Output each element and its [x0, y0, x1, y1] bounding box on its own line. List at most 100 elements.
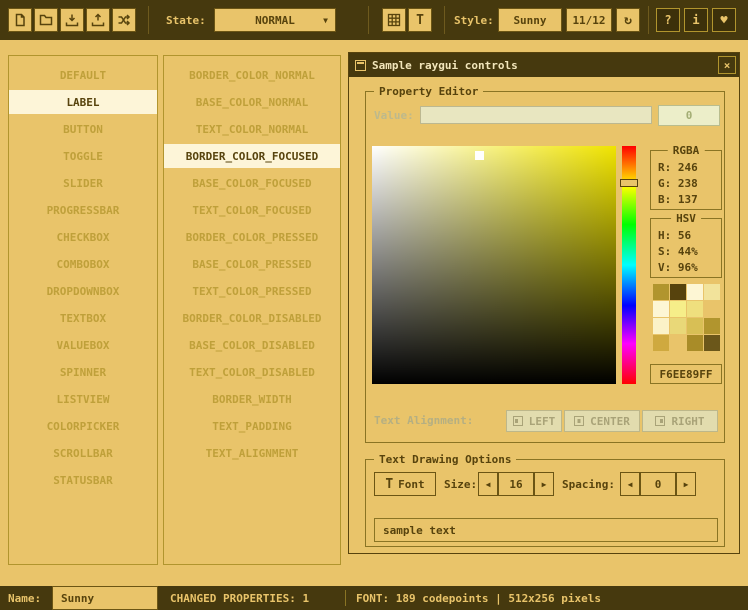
property-editor-label: Property Editor — [374, 85, 483, 98]
toolbar-separator — [648, 6, 649, 34]
list-item-text_color_focused[interactable]: TEXT_COLOR_FOCUSED — [164, 198, 340, 222]
color-swatch-11[interactable] — [704, 318, 720, 334]
text-options-group: Text Drawing Options T Font Size: ◀ 16 ▶… — [365, 459, 725, 547]
list-item-button[interactable]: BUTTON — [9, 117, 157, 141]
reload-style-button[interactable]: ↻ — [616, 8, 640, 32]
sponsor-button[interactable]: ♥ — [712, 8, 736, 32]
color-swatch-4[interactable] — [653, 301, 669, 317]
list-item-base_color_focused[interactable]: BASE_COLOR_FOCUSED — [164, 171, 340, 195]
color-swatch-5[interactable] — [670, 301, 686, 317]
list-item-base_color_disabled[interactable]: BASE_COLOR_DISABLED — [164, 333, 340, 357]
list-item-border_color_focused[interactable]: BORDER_COLOR_FOCUSED — [164, 144, 340, 168]
list-item-toggle[interactable]: TOGGLE — [9, 144, 157, 168]
font-atlas-button[interactable]: T — [408, 8, 432, 32]
list-item-label[interactable]: LABEL — [9, 90, 157, 114]
list-item-combobox[interactable]: COMBOBOX — [9, 252, 157, 276]
rgba-label: RGBA — [668, 144, 705, 157]
list-item-checkbox[interactable]: CHECKBOX — [9, 225, 157, 249]
close-button[interactable]: × — [718, 56, 736, 74]
value-box[interactable]: 0 — [658, 105, 720, 126]
list-item-border_width[interactable]: BORDER_WIDTH — [164, 387, 340, 411]
list-item-slider[interactable]: SLIDER — [9, 171, 157, 195]
spacing-increase-button[interactable]: ▶ — [676, 472, 696, 496]
controls-table-button[interactable] — [382, 8, 406, 32]
hue-bar[interactable] — [622, 146, 636, 384]
align-left-button[interactable]: LEFT — [506, 410, 562, 432]
open-file-button[interactable] — [34, 8, 58, 32]
spacing-decrease-button[interactable]: ◀ — [620, 472, 640, 496]
export-icon — [91, 13, 105, 27]
list-item-dropdownbox[interactable]: DROPDOWNBOX — [9, 279, 157, 303]
style-name-button[interactable]: Sunny — [498, 8, 562, 32]
toolbar-separator — [148, 6, 149, 34]
list-item-border_color_pressed[interactable]: BORDER_COLOR_PRESSED — [164, 225, 340, 249]
color-swatch-7[interactable] — [704, 301, 720, 317]
sample-text-box[interactable]: sample text — [374, 518, 718, 542]
size-label: Size: — [444, 478, 477, 491]
value-label: Value: — [374, 109, 414, 122]
list-item-border_color_normal[interactable]: BORDER_COLOR_NORMAL — [164, 63, 340, 87]
state-label: State: — [166, 14, 206, 27]
hsv-v-value: V: 96% — [658, 260, 721, 276]
list-item-text_color_pressed[interactable]: TEXT_COLOR_PRESSED — [164, 279, 340, 303]
size-value-box[interactable]: 16 — [498, 472, 534, 496]
hue-handle[interactable] — [620, 179, 638, 187]
reload-icon: ↻ — [624, 13, 632, 28]
list-item-base_color_pressed[interactable]: BASE_COLOR_PRESSED — [164, 252, 340, 276]
about-button[interactable]: i — [684, 8, 708, 32]
save-file-button[interactable] — [60, 8, 84, 32]
color-picker-cursor[interactable] — [475, 151, 484, 160]
style-name-field[interactable]: Sunny — [52, 586, 158, 610]
sample-window-title: Sample raygui controls — [372, 59, 518, 72]
font-button[interactable]: T Font — [374, 472, 436, 496]
color-swatch-14[interactable] — [687, 335, 703, 351]
rgba-b-value: B: 137 — [658, 192, 721, 208]
color-swatch-6[interactable] — [687, 301, 703, 317]
random-style-button[interactable] — [112, 8, 136, 32]
color-swatch-8[interactable] — [653, 318, 669, 334]
list-item-spinner[interactable]: SPINNER — [9, 360, 157, 384]
color-swatch-15[interactable] — [704, 335, 720, 351]
list-item-colorpicker[interactable]: COLORPICKER — [9, 414, 157, 438]
arrow-right-icon: ▶ — [684, 480, 689, 489]
spacing-label: Spacing: — [562, 478, 615, 491]
color-swatch-13[interactable] — [670, 335, 686, 351]
color-swatch-2[interactable] — [687, 284, 703, 300]
list-item-base_color_normal[interactable]: BASE_COLOR_NORMAL — [164, 90, 340, 114]
list-item-default[interactable]: DEFAULT — [9, 63, 157, 87]
color-swatch-0[interactable] — [653, 284, 669, 300]
color-picker-panel[interactable] — [372, 146, 616, 384]
list-item-textbox[interactable]: TEXTBOX — [9, 306, 157, 330]
color-swatch-3[interactable] — [704, 284, 720, 300]
new-file-button[interactable] — [8, 8, 32, 32]
size-decrease-button[interactable]: ◀ — [478, 472, 498, 496]
list-item-text_padding[interactable]: TEXT_PADDING — [164, 414, 340, 438]
state-dropdown[interactable]: NORMAL ▼ — [214, 8, 336, 32]
list-item-border_color_disabled[interactable]: BORDER_COLOR_DISABLED — [164, 306, 340, 330]
align-right-button[interactable]: RIGHT — [642, 410, 718, 432]
list-item-text_alignment[interactable]: TEXT_ALIGNMENT — [164, 441, 340, 465]
toolbar-separator — [368, 6, 369, 34]
list-item-text_color_disabled[interactable]: TEXT_COLOR_DISABLED — [164, 360, 340, 384]
list-item-scrollbar[interactable]: SCROLLBAR — [9, 441, 157, 465]
hsv-label: HSV — [671, 212, 701, 225]
list-item-listview[interactable]: LISTVIEW — [9, 387, 157, 411]
align-center-icon — [574, 416, 584, 426]
color-swatch-10[interactable] — [687, 318, 703, 334]
align-center-button[interactable]: CENTER — [564, 410, 640, 432]
list-item-valuebox[interactable]: VALUEBOX — [9, 333, 157, 357]
export-file-button[interactable] — [86, 8, 110, 32]
color-swatch-1[interactable] — [670, 284, 686, 300]
color-swatch-9[interactable] — [670, 318, 686, 334]
hex-value-box[interactable]: F6EE89FF — [650, 364, 722, 384]
hsv-h-value: H: 56 — [658, 228, 721, 244]
size-increase-button[interactable]: ▶ — [534, 472, 554, 496]
help-button[interactable]: ? — [656, 8, 680, 32]
style-index-button[interactable]: 11/12 — [566, 8, 612, 32]
list-item-text_color_normal[interactable]: TEXT_COLOR_NORMAL — [164, 117, 340, 141]
list-item-statusbar[interactable]: STATUSBAR — [9, 468, 157, 492]
color-swatch-12[interactable] — [653, 335, 669, 351]
list-item-progressbar[interactable]: PROGRESSBAR — [9, 198, 157, 222]
spacing-value-box[interactable]: 0 — [640, 472, 676, 496]
value-slider[interactable] — [420, 106, 652, 124]
